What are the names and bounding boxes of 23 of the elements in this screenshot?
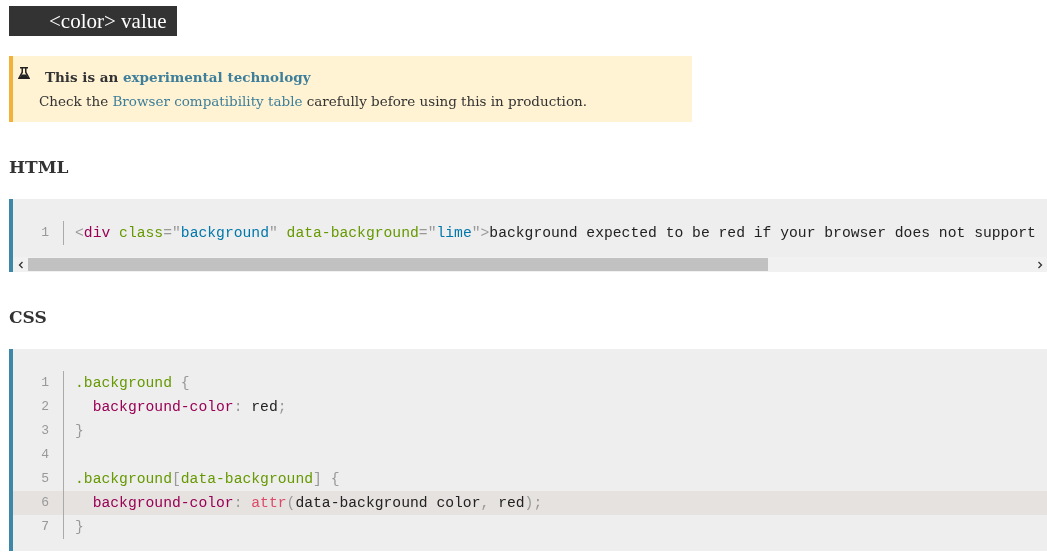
notice-heading: This is an experimental technology: [45, 69, 311, 85]
section-heading: CSS: [9, 307, 48, 327]
code-line: background-color: attr(data-background color, red);: [91, 495, 543, 511]
code-line: }: [74, 519, 84, 535]
line-number: 1: [13, 221, 64, 245]
line-number: 6: [13, 491, 64, 515]
code-line: background-color: red;: [91, 399, 287, 415]
code-line: .background {: [74, 375, 190, 391]
page-title: <color> value: [9, 6, 177, 36]
line-number: 3: [13, 419, 64, 443]
code-line: .background[data-background] {: [74, 471, 340, 487]
line-number: 2: [13, 395, 64, 419]
scrollbar-thumb[interactable]: [28, 258, 768, 271]
flask-icon: [17, 66, 31, 80]
compatibility-table-link[interactable]: Browser compatibility table: [112, 93, 303, 109]
code-line: }: [74, 423, 84, 439]
section-heading: HTML: [9, 157, 70, 177]
line-number: 1: [13, 371, 64, 395]
experimental-technology-link[interactable]: experimental technology: [123, 69, 311, 85]
line-number: 7: [13, 515, 64, 539]
notice-text: Check the Browser compatibility table carefully before using this in production.: [39, 93, 589, 109]
line-number: 4: [13, 443, 64, 467]
code-line: <div class="background" data-background="lime">background expected to be red if your browser does not support: [74, 225, 1036, 241]
